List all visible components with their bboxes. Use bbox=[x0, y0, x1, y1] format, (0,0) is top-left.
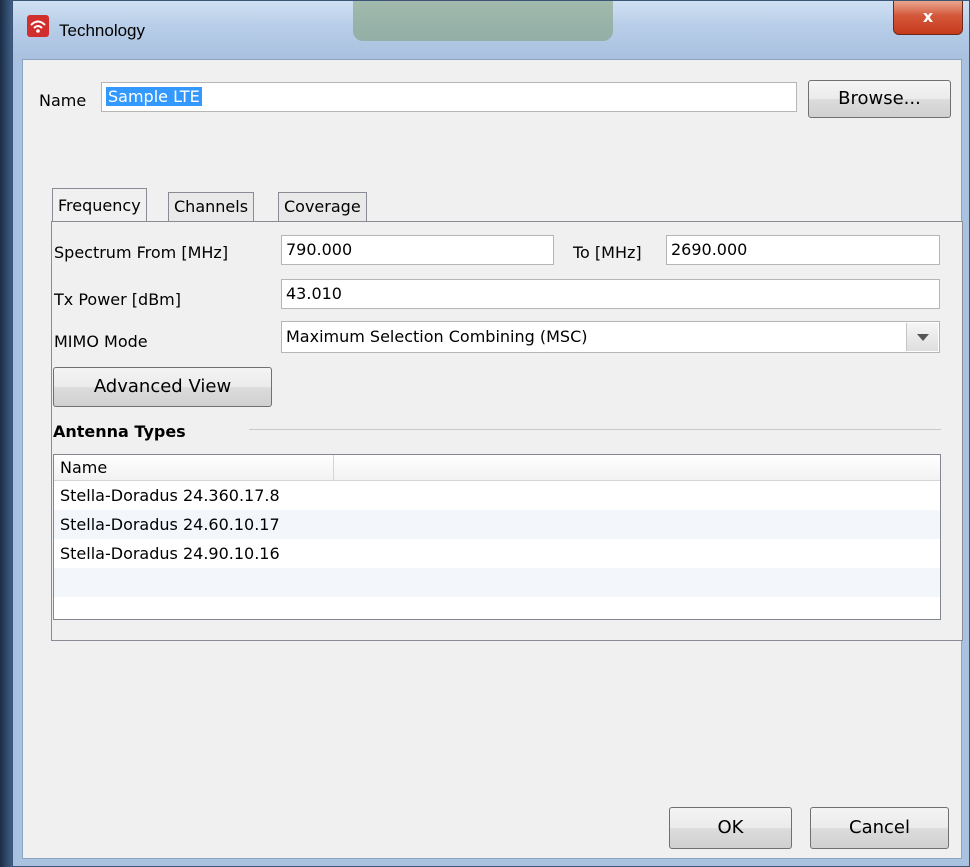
tab-coverage[interactable]: Coverage bbox=[278, 192, 367, 222]
titlebar-background-art bbox=[353, 1, 613, 41]
name-input-value: Sample LTE bbox=[106, 87, 202, 106]
spectrum-from-label: Spectrum From [MHz] bbox=[54, 243, 229, 262]
close-button[interactable]: x bbox=[893, 1, 963, 35]
spectrum-from-input[interactable]: 790.000 bbox=[281, 235, 554, 265]
tab-channels[interactable]: Channels bbox=[168, 192, 255, 222]
group-divider bbox=[249, 429, 941, 430]
browse-button[interactable]: Browse... bbox=[808, 80, 951, 118]
close-icon: x bbox=[922, 7, 934, 26]
list-item[interactable]: Stella-Doradus 24.360.17.8 bbox=[54, 481, 940, 510]
column-header-name[interactable]: Name bbox=[54, 455, 334, 480]
tx-power-input[interactable]: 43.010 bbox=[281, 279, 940, 309]
cancel-button[interactable]: Cancel bbox=[810, 807, 949, 849]
name-label: Name bbox=[39, 91, 87, 110]
wifi-icon bbox=[27, 15, 49, 37]
antenna-types-list[interactable]: Name Stella-Doradus 24.360.17.8 Stella-D… bbox=[53, 454, 941, 620]
technology-dialog: Technology x Name Sample LTE Browse... F… bbox=[12, 0, 970, 867]
chevron-down-icon[interactable] bbox=[906, 323, 938, 351]
antenna-types-heading: Antenna Types bbox=[53, 422, 186, 441]
tx-power-label: Tx Power [dBm] bbox=[54, 290, 181, 309]
window-title: Technology bbox=[59, 21, 146, 40]
ok-button[interactable]: OK bbox=[669, 807, 792, 849]
title-bar[interactable]: Technology x bbox=[13, 1, 969, 59]
list-header: Name bbox=[54, 455, 940, 481]
to-input[interactable]: 2690.000 bbox=[666, 235, 940, 265]
list-item[interactable]: Stella-Doradus 24.90.10.16 bbox=[54, 539, 940, 568]
name-input[interactable]: Sample LTE bbox=[101, 82, 797, 112]
to-label: To [MHz] bbox=[573, 243, 642, 262]
mimo-mode-select[interactable]: Maximum Selection Combining (MSC) bbox=[281, 321, 940, 353]
list-item-empty bbox=[54, 568, 940, 597]
tab-frequency[interactable]: Frequency bbox=[52, 188, 147, 224]
background-window-edge bbox=[0, 0, 12, 867]
mimo-mode-label: MIMO Mode bbox=[54, 332, 148, 351]
mimo-mode-value: Maximum Selection Combining (MSC) bbox=[286, 327, 588, 346]
list-item[interactable]: Stella-Doradus 24.60.10.17 bbox=[54, 510, 940, 539]
advanced-view-button[interactable]: Advanced View bbox=[53, 367, 272, 407]
